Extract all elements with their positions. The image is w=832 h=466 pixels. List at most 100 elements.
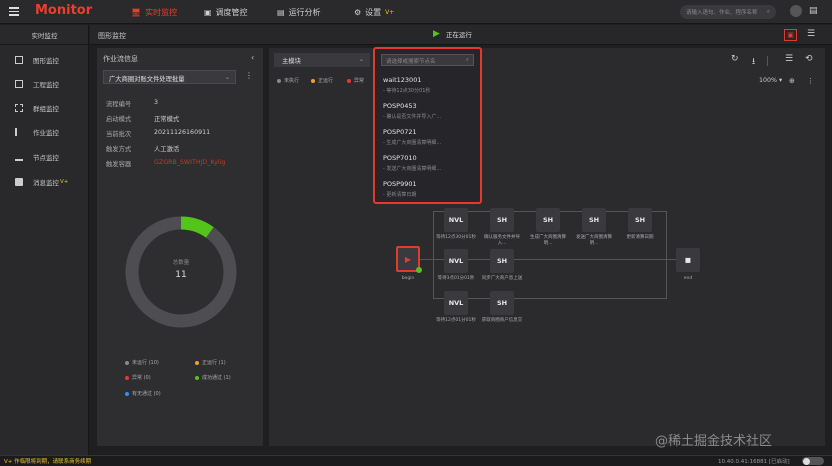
dropdown-item[interactable]: POSP0721- 生成广大商圈清算明细... xyxy=(383,128,477,146)
tab-settings[interactable]: ⚙ 设置 V+ xyxy=(354,0,394,24)
node-sh-6[interactable]: SH xyxy=(490,291,514,315)
legend-not-run: 未运行 (10) xyxy=(125,359,159,366)
donut-total: 11 xyxy=(175,270,187,280)
connector xyxy=(433,259,667,260)
top-bar: Monitor 🖥 实时监控 ▣ 调度管控 ▤ 运行分析 ⚙ 设置 V+ 请输入语句、作业… xyxy=(0,0,832,24)
node-nvl-1[interactable]: NVL xyxy=(444,208,468,232)
sidebar-item-project[interactable]: 工程监控 xyxy=(0,77,89,91)
node-sh-2[interactable]: SH xyxy=(536,208,560,232)
canvas-legend-not-run: 未执行 xyxy=(277,77,299,84)
node-sh-4[interactable]: SH xyxy=(628,208,652,232)
tab-schedule[interactable]: ▣ 调度管控 xyxy=(204,0,248,24)
global-search-input[interactable]: 请输入语句、作业、程序名称 ⌕ xyxy=(680,5,776,19)
tab-realtime-monitor[interactable]: 🖥 实时监控 xyxy=(131,0,177,24)
reset-icon[interactable]: ⟲ xyxy=(805,54,813,64)
workflow-panel: 作业流信息 ‹ 广大商圈对账文件处理批量 ⌄ ⋮ 流程编号 3 启动模式 正常模式 当… xyxy=(97,48,263,446)
node-sh-1[interactable]: SH xyxy=(490,208,514,232)
server-status: 10.40.0.41:16881 [已启动] xyxy=(718,459,790,465)
sidebar-item-message[interactable]: 消息监控 V+ xyxy=(0,175,89,189)
node-icon xyxy=(15,153,23,161)
node-label: 确认服务文件并导入... xyxy=(484,235,520,246)
toggle-switch[interactable] xyxy=(802,457,824,465)
canvas-legend-error: 异常 xyxy=(347,77,364,84)
chat-icon xyxy=(15,178,23,186)
end-label: end xyxy=(683,276,693,281)
monitor-view-icon[interactable]: ▣ xyxy=(784,29,797,41)
node-search-input[interactable]: 请选择或搜索节点名 ⌕ xyxy=(381,54,474,66)
analysis-icon: ▤ xyxy=(277,7,285,17)
node-sh-5[interactable]: SH xyxy=(490,249,514,273)
field-trigger: 触发方式 人工激活 xyxy=(106,146,180,153)
project-icon xyxy=(15,80,23,88)
dropdown-item[interactable]: POSP0453- 确认是否文件并导入广... xyxy=(383,102,477,120)
gear-icon: ⚙ xyxy=(354,7,362,17)
divider xyxy=(0,44,89,45)
license-warning: V+ 作临限将到期，请联系商务续期 xyxy=(4,459,92,465)
tab-analysis[interactable]: ▤ 运行分析 xyxy=(277,0,321,24)
zoom-select[interactable]: 100% ▾ xyxy=(759,77,782,84)
node-label: 同步广大商户息上送 xyxy=(481,276,523,281)
legend-success: 成功通过 (1) xyxy=(195,374,231,381)
app-title: Monitor xyxy=(35,3,93,18)
sidebar-item-job[interactable]: 作业监控 xyxy=(0,125,89,139)
hamburger-icon[interactable] xyxy=(9,6,19,16)
begin-label: begin xyxy=(401,276,415,281)
download-icon[interactable]: ⭳ xyxy=(752,54,755,70)
connector xyxy=(666,259,676,260)
connector xyxy=(666,211,667,298)
locate-icon[interactable]: ⊕ xyxy=(789,77,795,85)
workflow-header: 作业流信息 xyxy=(103,55,138,63)
divider xyxy=(767,56,768,66)
chevron-down-icon: ⌄ xyxy=(358,56,364,63)
workflow-select[interactable]: 广大商圈对账文件处理批量 ⌄ xyxy=(103,70,236,84)
more-icon[interactable]: ⋮ xyxy=(245,71,253,80)
dropdown-item[interactable]: POSP9901- 更新清算日期 xyxy=(383,180,477,198)
refresh-icon[interactable]: ↻ xyxy=(731,54,739,64)
connector xyxy=(433,298,667,299)
graph-canvas[interactable]: 主模块 ⌄ 未执行 正运行 异常 ↻ ⭳ ☰ ⟲ 100% ▾ ⊕ ⋮ ▶ beg… xyxy=(269,48,825,446)
module-select[interactable]: 主模块 ⌄ xyxy=(274,53,370,67)
run-status: ▶ 正在运行 xyxy=(433,29,472,39)
node-nvl-3[interactable]: NVL xyxy=(444,291,468,315)
collapse-icon[interactable]: ‹ xyxy=(251,53,254,62)
page-title: 图形监控 xyxy=(98,32,126,40)
dropdown-item[interactable]: POSP7010- 发送广大商圈清算明细... xyxy=(383,154,477,172)
canvas-legend-running: 正运行 xyxy=(311,77,333,84)
end-node[interactable]: ■ xyxy=(676,248,700,272)
legend-running: 正运行 (1) xyxy=(195,359,226,366)
node-search-dropdown: 请选择或搜索节点名 ⌕ wait123001- 等待12点30分01秒 POSP0… xyxy=(373,47,482,204)
job-icon xyxy=(15,128,23,136)
message-icon[interactable]: ▤ xyxy=(809,6,819,16)
node-nvl-2[interactable]: NVL xyxy=(444,249,468,273)
sub-header: 图形监控 ▶ 正在运行 ▣ ☰ xyxy=(90,25,832,45)
graph-icon xyxy=(15,56,23,64)
legend-other: 有无通过 (0) xyxy=(125,390,161,397)
avatar[interactable] xyxy=(790,5,802,17)
sidebar-item-graph[interactable]: 图形监控 xyxy=(0,53,89,67)
field-batch: 当前批次 20211126160911 xyxy=(106,129,211,138)
node-label: 等待3点01分01秒 xyxy=(437,276,475,281)
list-view-icon[interactable]: ☰ xyxy=(807,29,815,39)
node-label: 发送广大商圈清算明... xyxy=(576,235,612,246)
connector xyxy=(420,259,434,260)
play-icon: ▶ xyxy=(433,29,440,39)
sidebar-item-node[interactable]: 节点监控 xyxy=(0,150,89,164)
legend-error: 异常 (0) xyxy=(125,374,151,381)
node-label: 等待12点01分01秒 xyxy=(436,318,476,323)
connector xyxy=(433,211,434,298)
more-icon[interactable]: ⋮ xyxy=(807,77,814,85)
sidebar-item-group[interactable]: 群组监控 xyxy=(0,101,89,115)
donut-label: 总数量 xyxy=(172,260,190,266)
group-icon xyxy=(15,104,23,112)
list-icon[interactable]: ☰ xyxy=(785,54,793,64)
sidebar: 实时监控 图形监控 工程监控 群组监控 作业监控 节点监控 消息监控 V+ xyxy=(0,25,89,455)
node-label: 更新清算日期 xyxy=(626,235,654,240)
search-icon: ⌕ xyxy=(465,57,469,63)
node-label: 等待12点30分01秒 xyxy=(436,235,476,240)
watermark: @稀土掘金技术社区 xyxy=(655,434,773,449)
footer: V+ 作临限将到期，请联系商务续期 10.40.0.41:16881 [已启动] xyxy=(0,455,832,466)
dropdown-item[interactable]: wait123001- 等待12点30分01秒 xyxy=(383,76,477,94)
node-sh-3[interactable]: SH xyxy=(582,208,606,232)
field-flow-id: 流程编号 3 xyxy=(106,99,159,108)
search-icon: ⌕ xyxy=(766,8,770,15)
